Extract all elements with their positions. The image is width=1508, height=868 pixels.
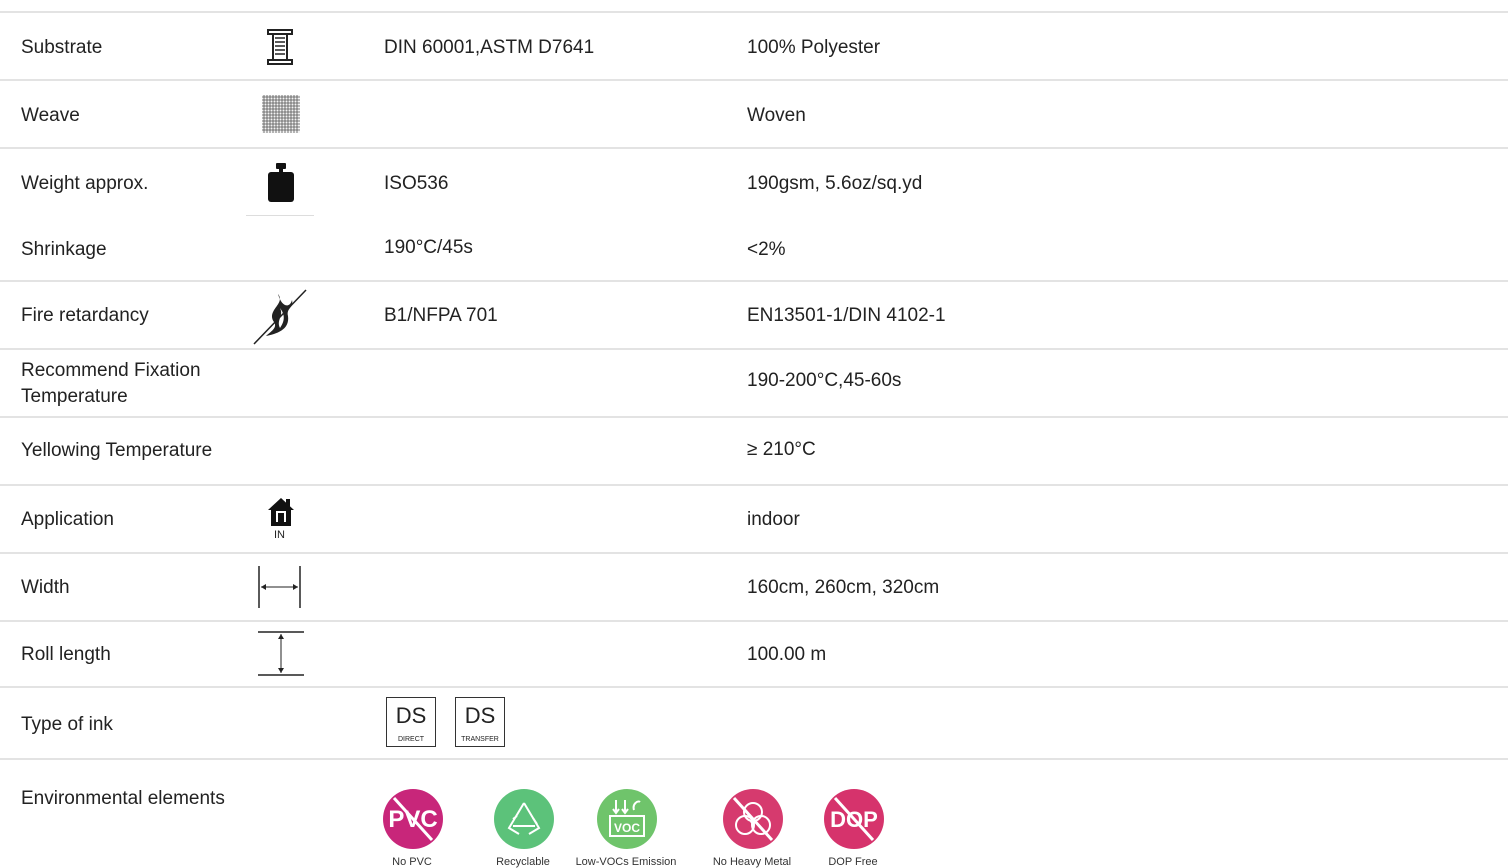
env-caption: DOP Free <box>828 856 878 868</box>
spec-row-width: Width 160cm, 260cm, 320cm <box>0 554 1508 622</box>
row-value: 160cm, 260cm, 320cm <box>747 577 940 598</box>
spec-row-type-of-ink: Type of ink DS DIRECT DS TRANSFER <box>0 688 1508 760</box>
row-value: ≥ 210°C <box>747 439 816 460</box>
row-label: Roll length <box>21 644 111 665</box>
env-caption: Low-VOCs Emission <box>575 856 677 868</box>
spool-icon <box>266 29 294 70</box>
row-label: Width <box>21 577 70 598</box>
icon-underline <box>246 215 314 216</box>
env-caption: No PVC <box>392 856 432 868</box>
ink-badge-main: DS <box>395 703 427 728</box>
svg-text:VOC: VOC <box>614 821 640 835</box>
row-value: 100% Polyester <box>747 37 881 58</box>
house-in-icon-text: IN <box>274 529 285 541</box>
row-test-method: 190°C/45s <box>384 237 473 258</box>
row-label: Application <box>21 509 114 530</box>
row-test-method: ISO536 <box>384 173 449 194</box>
row-label: Type of ink <box>21 714 113 735</box>
row-label: Environmental elements <box>21 788 225 809</box>
row-value: Woven <box>747 105 806 126</box>
dop-free-icon: DOP <box>824 789 884 849</box>
no-heavy-metal-icon <box>723 789 783 849</box>
row-value: EN13501-1/DIN 4102-1 <box>747 305 946 326</box>
env-caption: Recyclable <box>496 856 550 868</box>
house-in-icon: IN <box>266 496 296 541</box>
row-value: 100.00 m <box>747 644 827 665</box>
ink-badge-sub: TRANSFER <box>461 736 499 743</box>
spec-row-fixation-temperature: Recommend Fixation Temperature 190-200°C… <box>0 350 1508 418</box>
spec-row-shrinkage: Shrinkage 190°C/45s <2% <box>0 217 1508 282</box>
spec-row-substrate: Substrate DIN 60001,ASTM D7641 100% Poly… <box>0 13 1508 81</box>
ink-ds-transfer-badge: DS TRANSFER <box>455 697 505 747</box>
row-test-method: B1/NFPA 701 <box>384 305 498 326</box>
spec-row-weight: Weight approx. ISO536 190gsm, 5.6oz/sq.y… <box>0 149 1508 217</box>
spec-row-application: Application IN indoor <box>0 486 1508 554</box>
spec-row-yellowing-temperature: Yellowing Temperature ≥ 210°C <box>0 418 1508 486</box>
row-value: <2% <box>747 239 786 260</box>
row-label: Recommend Fixation <box>21 360 201 381</box>
ink-badge-sub: DIRECT <box>397 736 425 743</box>
weight-icon <box>266 163 296 208</box>
flame-crossed-icon <box>252 286 310 353</box>
ink-ds-direct-badge: DS DIRECT <box>386 697 436 747</box>
row-label: Weight approx. <box>21 173 149 194</box>
low-voc-icon: VOC <box>597 789 657 849</box>
spec-row-fire-retardancy: Fire retardancy B1/NFPA 701 EN13501-1/DI… <box>0 282 1508 350</box>
row-label: Substrate <box>21 37 103 58</box>
recycle-icon <box>494 789 554 849</box>
width-arrow-icon <box>258 564 302 615</box>
spec-row-weave: Weave Woven <box>0 81 1508 149</box>
weave-grid-icon <box>262 95 300 138</box>
row-test-method: DIN 60001,ASTM D7641 <box>384 37 595 58</box>
row-value: indoor <box>747 509 800 530</box>
row-label: Fire retardancy <box>21 305 149 326</box>
row-label-line2: Temperature <box>21 386 128 407</box>
spec-row-environmental: Environmental elements PVC No PVC Recycl… <box>0 760 1508 868</box>
row-label: Shrinkage <box>21 239 107 260</box>
row-label: Weave <box>21 105 80 126</box>
row-label: Yellowing Temperature <box>21 440 213 461</box>
row-value: 190-200°C,45-60s <box>747 370 902 391</box>
row-value: 190gsm, 5.6oz/sq.yd <box>747 173 923 194</box>
ink-badge-main: DS <box>464 703 496 728</box>
no-pvc-icon: PVC <box>383 789 443 849</box>
spec-row-roll-length: Roll length 100.00 m <box>0 622 1508 688</box>
length-arrow-icon <box>257 630 305 683</box>
